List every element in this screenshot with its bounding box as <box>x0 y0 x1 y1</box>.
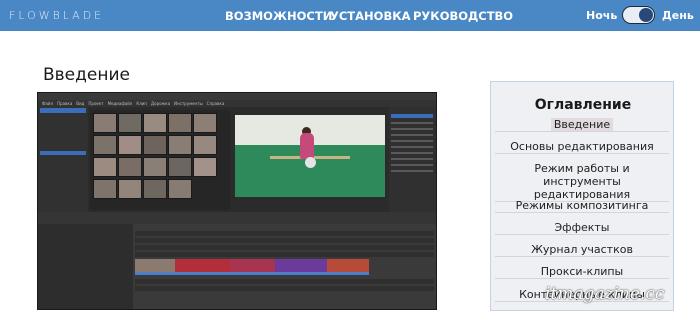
filter-row <box>391 122 433 124</box>
theme-toggle[interactable] <box>622 6 655 24</box>
timeline-clip <box>135 259 175 272</box>
screenshot-transport-controls <box>235 199 385 209</box>
thumb <box>193 157 217 177</box>
thumb <box>168 135 192 155</box>
timeline-audio <box>135 272 369 275</box>
thumb <box>93 157 117 177</box>
screenshot-menubar: Файл Правка Вид Проект Медиафайл Клип Дорожка И… <box>38 100 436 107</box>
screenshot-titlebar <box>38 93 436 100</box>
theme-day-label: День <box>662 9 694 22</box>
thumb <box>118 135 142 155</box>
thumb <box>93 113 117 133</box>
filter-row <box>391 170 433 172</box>
toc-title: Оглавление <box>534 97 632 113</box>
toc-item-effects[interactable]: Эффекты <box>495 221 669 235</box>
timeline-clip <box>275 259 327 272</box>
page-title: Введение <box>43 65 130 85</box>
screenshot-bins-panel <box>38 107 88 212</box>
screenshot-seq-selection <box>40 151 86 155</box>
toc-item-edit-modes[interactable]: Режим работы и инструменты редактировани… <box>495 162 669 202</box>
theme-night-label: Ночь <box>586 9 618 22</box>
thumb <box>143 113 167 133</box>
toc-item-introduction[interactable]: Введение <box>495 118 669 132</box>
watermark-text: itmagazine.cc <box>545 284 665 304</box>
flowblade-logo[interactable]: FLOWBLADE <box>9 9 104 22</box>
nav-install[interactable]: УСТАНОВКА <box>330 9 411 23</box>
timeline-track <box>135 231 434 236</box>
table-of-contents: Оглавление Введение Основы редактировани… <box>490 81 674 311</box>
toc-item-proxy-clips[interactable]: Прокси-клипы <box>495 265 669 279</box>
filter-row <box>391 134 433 136</box>
toc-item-range-log[interactable]: Журнал участков <box>495 243 669 257</box>
filter-row <box>391 152 433 154</box>
thumb <box>168 157 192 177</box>
filter-row <box>391 146 433 148</box>
thumb <box>143 157 167 177</box>
thumb <box>118 179 142 199</box>
thumb <box>168 179 192 199</box>
timeline-track <box>135 252 434 257</box>
monitor-person <box>300 133 314 159</box>
filters-selection <box>391 114 433 118</box>
timeline-clip <box>175 259 230 272</box>
thumb <box>143 179 167 199</box>
thumb <box>193 113 217 133</box>
app-screenshot-image: Файл Правка Вид Проект Медиафайл Клип Дорожка И… <box>37 92 437 310</box>
filter-row <box>391 140 433 142</box>
timeline-track <box>135 286 434 291</box>
toggle-knob <box>639 8 653 22</box>
timeline-track <box>135 279 434 284</box>
toc-item-label: Введение <box>550 118 614 131</box>
screenshot-bin-selection <box>40 108 86 113</box>
timeline-clip <box>230 259 275 272</box>
timeline-track <box>135 245 434 250</box>
filter-row <box>391 158 433 160</box>
timeline-track <box>135 238 434 243</box>
nav-features[interactable]: ВОЗМОЖНОСТИ <box>225 9 332 23</box>
filter-row <box>391 164 433 166</box>
thumb <box>193 135 217 155</box>
timeline-clip <box>327 259 369 272</box>
thumb <box>143 135 167 155</box>
nav-manual[interactable]: РУКОВОДСТВО <box>413 9 513 23</box>
top-navbar: FLOWBLADE ВОЗМОЖНОСТИ УСТАНОВКА РУКОВОДС… <box>0 0 700 31</box>
screenshot-timeline-toolbar <box>38 212 436 224</box>
filter-row <box>391 128 433 130</box>
screenshot-clip-properties <box>38 224 133 309</box>
thumb <box>93 135 117 155</box>
toc-item-compositing[interactable]: Режимы композитинга <box>495 199 669 213</box>
monitor-ball <box>305 157 316 168</box>
thumb <box>93 179 117 199</box>
toc-item-editing-basics[interactable]: Основы редактирования <box>495 140 669 154</box>
thumb <box>118 113 142 133</box>
thumb <box>168 113 192 133</box>
thumb <box>118 157 142 177</box>
